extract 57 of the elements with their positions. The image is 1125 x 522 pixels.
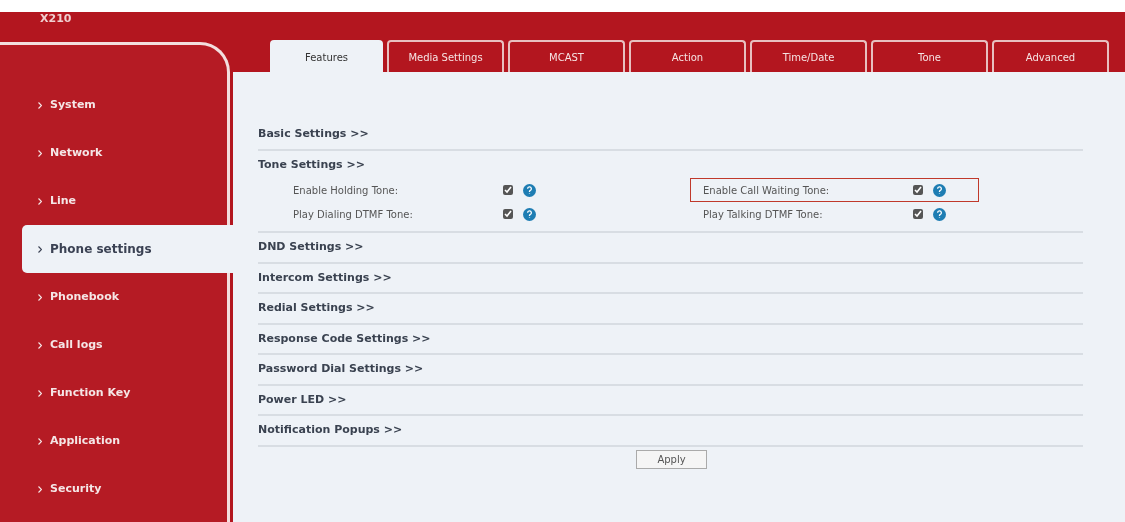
chevron-icon: [38, 149, 42, 157]
section-header[interactable]: Password Dial Settings >>: [258, 361, 1083, 378]
sidebar-item-label: Function Key: [50, 384, 131, 401]
sidebar-item[interactable]: Function Key: [0, 369, 227, 417]
tab[interactable]: MCAST: [508, 40, 625, 72]
section-header[interactable]: DND Settings >>: [258, 239, 1083, 256]
section-header[interactable]: Intercom Settings >>: [258, 269, 1083, 286]
tab[interactable]: Action: [629, 40, 746, 72]
sidebar-item[interactable]: Phone settings: [22, 225, 233, 273]
sidebar-item[interactable]: Security: [0, 465, 227, 513]
tab[interactable]: Time/Date: [750, 40, 867, 72]
sidebar-item-label: Application: [50, 432, 121, 449]
chevron-icon: [38, 293, 42, 301]
chevron-icon: [38, 101, 42, 109]
sidebar-item[interactable]: Call logs: [0, 321, 227, 369]
checkbox[interactable]: [503, 185, 513, 195]
logo-text: X210: [40, 13, 72, 25]
option-label: Enable Call Waiting Tone:: [703, 183, 831, 198]
tab[interactable]: Features: [270, 40, 383, 72]
option-label: Play Talking DTMF Tone:: [703, 207, 824, 222]
sidebar-item[interactable]: System: [0, 81, 227, 129]
chevron-icon: [38, 245, 42, 253]
section-header[interactable]: Tone Settings >>: [258, 156, 1083, 173]
sidebar-item[interactable]: Line: [0, 177, 227, 225]
checkbox[interactable]: [913, 209, 923, 219]
sidebar-item[interactable]: Phonebook: [0, 273, 227, 321]
option-label: Enable Holding Tone:: [293, 183, 400, 198]
sidebar-item[interactable]: Application: [0, 417, 227, 465]
apply-button[interactable]: Apply: [636, 449, 707, 469]
sidebar-item-label: System: [50, 96, 96, 113]
option-label: Play Dialing DTMF Tone:: [293, 207, 414, 222]
sidebar-item-label: Line: [50, 192, 77, 209]
help-icon[interactable]: [523, 207, 536, 221]
section-header[interactable]: Basic Settings >>: [258, 126, 1083, 143]
sidebar-item-label: Phone settings: [50, 241, 152, 258]
sidebar-item[interactable]: Network: [0, 129, 227, 177]
sidebar-item-label: Phonebook: [50, 288, 120, 305]
checkbox[interactable]: [913, 185, 923, 195]
help-icon[interactable]: [933, 183, 946, 197]
section-header[interactable]: Power LED >>: [258, 391, 1083, 408]
chevron-icon: [38, 389, 42, 397]
sidebar-item-label: Security: [50, 480, 102, 497]
chevron-icon: [38, 485, 42, 493]
help-icon[interactable]: [523, 183, 536, 197]
sidebar-item-label: Network: [50, 144, 103, 161]
sidebar-item-label: Call logs: [50, 336, 103, 353]
tab[interactable]: Advanced: [992, 40, 1109, 72]
tab[interactable]: Media Settings: [387, 40, 504, 72]
checkbox[interactable]: [503, 209, 513, 219]
section-header[interactable]: Response Code Settings >>: [258, 330, 1083, 347]
help-icon[interactable]: [933, 207, 946, 221]
chevron-icon: [38, 341, 42, 349]
section-header[interactable]: Notification Popups >>: [258, 422, 1083, 439]
chevron-icon: [38, 437, 42, 445]
section-header[interactable]: Redial Settings >>: [258, 300, 1083, 317]
tab[interactable]: Tone: [871, 40, 988, 72]
chevron-icon: [38, 197, 42, 205]
